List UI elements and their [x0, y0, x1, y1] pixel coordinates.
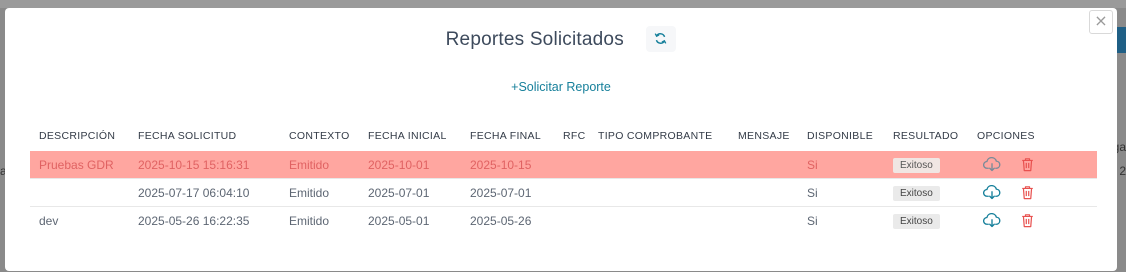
- cell-tipo-comprobante: [589, 206, 729, 234]
- cell-opciones: [968, 206, 1097, 234]
- background-app-accent: [1116, 27, 1126, 53]
- trash-icon: [1022, 158, 1033, 172]
- table-row: 2025-07-17 06:04:10 Emitido 2025-07-01 2…: [30, 178, 1097, 207]
- trash-icon: [1022, 214, 1033, 228]
- delete-button[interactable]: [1021, 213, 1034, 228]
- header-rfc: RFC: [563, 130, 586, 142]
- cell-fecha-final: 2025-10-15: [461, 151, 554, 179]
- cloud-download-icon: [983, 185, 1001, 200]
- cell-mensaje: [729, 178, 798, 207]
- trash-icon: [1022, 186, 1033, 200]
- header-tipo-comprobante: TIPO COMPROBANTE: [598, 130, 713, 142]
- header-opciones: OPCIONES: [977, 130, 1035, 142]
- cell-descripcion: dev: [30, 206, 129, 234]
- cell-rfc: [554, 206, 589, 234]
- cell-opciones: [968, 151, 1097, 179]
- refresh-icon: [655, 33, 667, 44]
- cell-tipo-comprobante: [589, 151, 729, 179]
- refresh-button[interactable]: [646, 26, 677, 52]
- header-fecha-solicitud: FECHA SOLICITUD: [138, 130, 237, 142]
- request-report-button[interactable]: +Solicitar Reporte: [5, 80, 1117, 94]
- header-fecha-final: FECHA FINAL: [470, 130, 541, 142]
- status-badge: Exitoso: [893, 157, 940, 173]
- cell-mensaje: [729, 151, 798, 179]
- table-header-row: DESCRIPCIÓN FECHA SOLICITUD CONTEXTO FEC…: [30, 121, 1097, 151]
- download-button[interactable]: [983, 185, 1001, 200]
- download-button[interactable]: [983, 213, 1001, 228]
- table-row: Pruebas GDR 2025-10-15 15:16:31 Emitido …: [30, 151, 1097, 179]
- cell-fecha-inicial: 2025-05-01: [359, 206, 461, 234]
- cell-fecha-final: 2025-07-01: [461, 178, 554, 207]
- cell-rfc: [554, 178, 589, 207]
- header-descripcion: DESCRIPCIÓN: [39, 130, 116, 142]
- reports-modal: × Reportes Solicitados +Solicitar Report…: [5, 8, 1117, 271]
- delete-button[interactable]: [1021, 157, 1034, 172]
- cell-fecha-solicitud: 2025-10-15 15:16:31: [129, 151, 280, 179]
- header-fecha-inicial: FECHA INICIAL: [368, 130, 447, 142]
- cell-descripcion: [30, 178, 129, 207]
- background-app-top: [0, 0, 1126, 8]
- table-row: dev 2025-05-26 16:22:35 Emitido 2025-05-…: [30, 206, 1097, 234]
- header-resultado: RESULTADO: [893, 130, 959, 142]
- cell-disponible: Si: [798, 178, 884, 207]
- cell-fecha-final: 2025-05-26: [461, 206, 554, 234]
- download-button[interactable]: [983, 157, 1001, 172]
- cell-contexto: Emitido: [280, 206, 359, 234]
- cell-disponible: Si: [798, 206, 884, 234]
- delete-button[interactable]: [1021, 185, 1034, 200]
- modal-header: Reportes Solicitados: [5, 26, 1117, 54]
- cell-resultado: Exitoso: [884, 178, 968, 207]
- cell-fecha-inicial: 2025-07-01: [359, 178, 461, 207]
- cell-fecha-solicitud: 2025-07-17 06:04:10: [129, 178, 280, 207]
- status-badge: Exitoso: [893, 185, 940, 201]
- cell-fecha-solicitud: 2025-05-26 16:22:35: [129, 206, 280, 234]
- cell-fecha-inicial: 2025-10-01: [359, 151, 461, 179]
- cloud-download-icon: [983, 157, 1001, 172]
- cell-resultado: Exitoso: [884, 151, 968, 179]
- header-disponible: DISPONIBLE: [807, 130, 874, 142]
- header-contexto: CONTEXTO: [289, 130, 350, 142]
- cell-contexto: Emitido: [280, 151, 359, 179]
- cloud-download-icon: [983, 213, 1001, 228]
- header-mensaje: MENSAJE: [738, 130, 790, 142]
- cell-tipo-comprobante: [589, 178, 729, 207]
- cell-disponible: Si: [798, 151, 884, 179]
- status-badge: Exitoso: [893, 213, 940, 229]
- cell-rfc: [554, 151, 589, 179]
- reports-table: DESCRIPCIÓN FECHA SOLICITUD CONTEXTO FEC…: [30, 121, 1097, 234]
- background-fragment-right-2: 2: [1119, 164, 1126, 178]
- cell-mensaje: [729, 206, 798, 234]
- cell-contexto: Emitido: [280, 178, 359, 207]
- cell-descripcion: Pruebas GDR: [30, 151, 129, 179]
- cell-opciones: [968, 178, 1097, 207]
- modal-title: Reportes Solicitados: [445, 29, 624, 51]
- cell-resultado: Exitoso: [884, 206, 968, 234]
- request-report-label: Solicitar Reporte: [518, 80, 611, 94]
